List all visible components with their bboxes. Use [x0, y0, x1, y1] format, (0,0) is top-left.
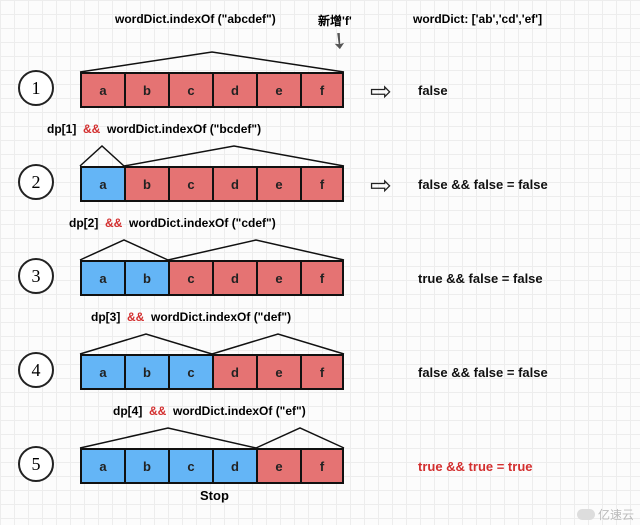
and-operator: &&	[105, 216, 122, 230]
algorithm-step: 5 dp[4] && wordDict.indexOf ("ef") abcdef t…	[0, 404, 640, 500]
char-cell: b	[124, 448, 168, 484]
char-cell: f	[300, 354, 344, 390]
string-cells: abcdef	[80, 354, 344, 390]
result-arrow-icon: ⇨	[370, 170, 392, 201]
char-cell: f	[300, 448, 344, 484]
char-cell: a	[80, 72, 124, 108]
string-cells: abcdef	[80, 260, 344, 296]
and-operator: &&	[83, 122, 100, 136]
bracket-group	[80, 46, 344, 74]
char-cell: d	[212, 448, 256, 484]
char-cell: c	[168, 354, 212, 390]
char-cell: a	[80, 354, 124, 390]
char-cell: c	[168, 448, 212, 484]
cloud-icon	[577, 509, 595, 520]
indexof-call-label: wordDict.indexOf ("bcdef")	[107, 122, 261, 136]
dp-label: dp[3]	[91, 310, 120, 324]
dp-label: dp[1]	[47, 122, 76, 136]
char-cell: a	[80, 260, 124, 296]
and-operator: &&	[149, 404, 166, 418]
indexof-call-label: wordDict.indexOf ("ef")	[173, 404, 306, 418]
and-operator: &&	[127, 310, 144, 324]
header-call: wordDict.indexOf ("abcdef")	[115, 12, 276, 26]
char-cell: e	[256, 354, 300, 390]
char-cell: e	[256, 260, 300, 296]
header-dict: wordDict: ['ab','cd','ef']	[413, 12, 542, 26]
indexof-call-label: wordDict.indexOf ("def")	[151, 310, 291, 324]
result-arrow-icon: ⇨	[370, 76, 392, 107]
char-cell: b	[124, 354, 168, 390]
result-text: true && false = false	[418, 271, 543, 286]
char-cell: c	[168, 260, 212, 296]
char-cell: d	[212, 260, 256, 296]
header-new: 新增'f'	[318, 12, 352, 29]
char-cell: b	[124, 72, 168, 108]
char-cell: a	[80, 166, 124, 202]
bracket-group	[80, 234, 344, 262]
bracket-group	[80, 422, 344, 450]
step-number: 3	[18, 258, 54, 294]
watermark-text: 亿速云	[598, 506, 634, 523]
result-text: false && false = false	[418, 177, 548, 192]
dp-and-call-label: dp[2] && wordDict.indexOf ("cdef")	[69, 216, 276, 230]
char-cell: d	[212, 354, 256, 390]
string-cells: abcdef	[80, 166, 344, 202]
bracket-group	[80, 140, 344, 168]
char-cell: c	[168, 72, 212, 108]
step-number: 4	[18, 352, 54, 388]
dp-and-call-label: dp[1] && wordDict.indexOf ("bcdef")	[47, 122, 261, 136]
watermark: 亿速云	[577, 506, 634, 523]
char-cell: f	[300, 166, 344, 202]
indexof-call-label: wordDict.indexOf ("cdef")	[129, 216, 276, 230]
dp-label: dp[2]	[69, 216, 98, 230]
char-cell: f	[300, 72, 344, 108]
char-cell: b	[124, 260, 168, 296]
result-text: true && true = true	[418, 459, 533, 474]
char-cell: f	[300, 260, 344, 296]
algorithm-step: 2dp[1] && wordDict.indexOf ("bcdef")abcd…	[0, 122, 640, 218]
result-text: false	[418, 83, 448, 98]
char-cell: a	[80, 448, 124, 484]
char-cell: b	[124, 166, 168, 202]
algorithm-step: 4dp[3] && wordDict.indexOf ("def")abcdef…	[0, 310, 640, 406]
char-cell: d	[212, 166, 256, 202]
algorithm-step: 3 dp[2] && wordDict.indexOf ("cdef") abcde…	[0, 216, 640, 312]
bracket-group	[80, 328, 344, 356]
stop-label: Stop	[200, 488, 229, 503]
char-cell: c	[168, 166, 212, 202]
string-cells: abcdef	[80, 448, 344, 484]
char-cell: e	[256, 448, 300, 484]
step-number: 5	[18, 446, 54, 482]
char-cell: e	[256, 72, 300, 108]
algorithm-step: 1abcdef⇨false	[0, 28, 640, 124]
dp-and-call-label: dp[3] && wordDict.indexOf ("def")	[91, 310, 291, 324]
dp-label: dp[4]	[113, 404, 142, 418]
dp-and-call-label: dp[4] && wordDict.indexOf ("ef")	[113, 404, 306, 418]
result-text: false && false = false	[418, 365, 548, 380]
step-number: 1	[18, 70, 54, 106]
step-number: 2	[18, 164, 54, 200]
string-cells: abcdef	[80, 72, 344, 108]
char-cell: d	[212, 72, 256, 108]
char-cell: e	[256, 166, 300, 202]
